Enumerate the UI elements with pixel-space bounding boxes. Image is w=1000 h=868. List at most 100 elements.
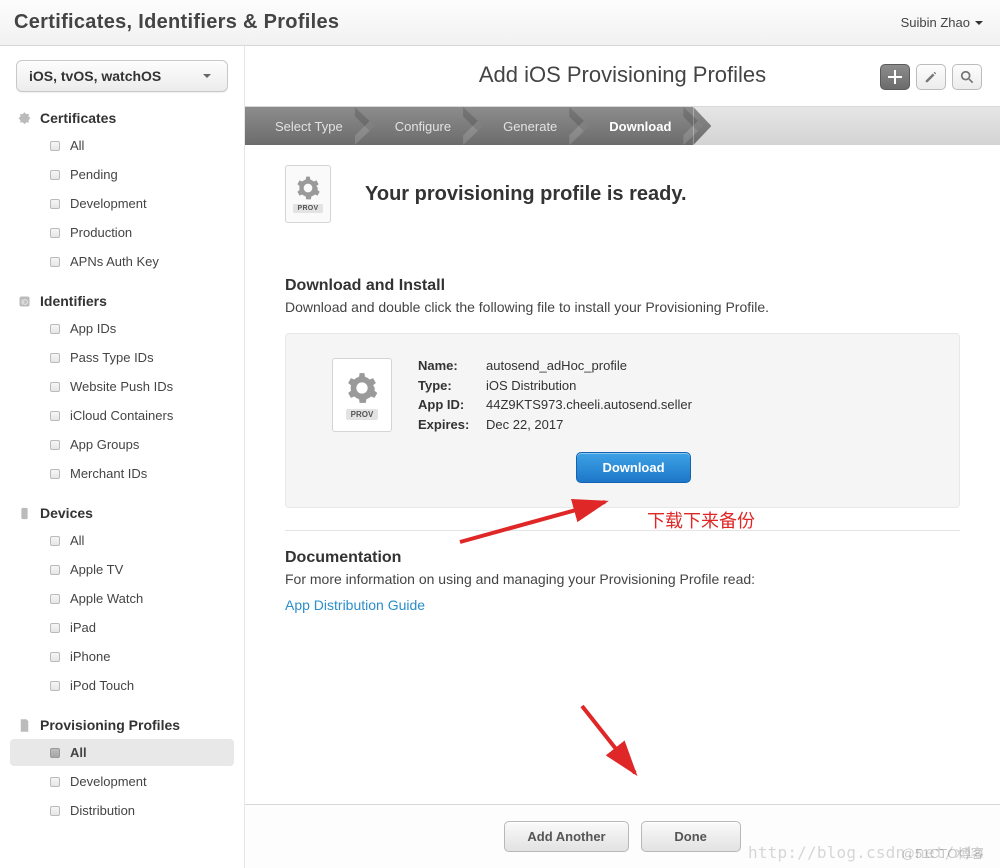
section-head: Certificates bbox=[0, 110, 244, 126]
sidebar-section-certificates: Certificates All Pending Development Pro… bbox=[0, 110, 244, 275]
step-bar: Select Type Configure Generate Download bbox=[245, 107, 1000, 145]
edit-button[interactable] bbox=[916, 64, 946, 90]
sidebar-item-apple-tv[interactable]: Apple TV bbox=[10, 556, 234, 583]
sidebar-item-profile-development[interactable]: Development bbox=[10, 768, 234, 795]
sidebar-section-devices: Devices All Apple TV Apple Watch iPad iP… bbox=[0, 505, 244, 699]
device-icon bbox=[16, 505, 32, 521]
bullet-icon bbox=[50, 806, 60, 816]
sidebar-item-cert-pending[interactable]: Pending bbox=[10, 161, 234, 188]
footer: Add Another Done bbox=[245, 804, 1000, 868]
bullet-icon bbox=[50, 777, 60, 787]
annotation-arrow-done bbox=[577, 701, 647, 783]
sidebar-item-cert-production[interactable]: Production bbox=[10, 219, 234, 246]
sidebar-item-merchant-ids[interactable]: Merchant IDs bbox=[10, 460, 234, 487]
bullet-icon bbox=[50, 565, 60, 575]
separator bbox=[285, 530, 960, 531]
download-desc: Download and double click the following … bbox=[285, 299, 960, 315]
bullet-icon bbox=[50, 199, 60, 209]
bullet-icon bbox=[50, 141, 60, 151]
gear-icon bbox=[345, 371, 379, 405]
ready-block: PROV Your provisioning profile is ready. bbox=[285, 165, 960, 223]
sidebar-item-website-push-ids[interactable]: Website Push IDs bbox=[10, 373, 234, 400]
user-name: Suibin Zhao bbox=[901, 15, 970, 30]
sidebar-section-profiles: Provisioning Profiles All Development Di… bbox=[0, 717, 244, 824]
step-generate[interactable]: Generate bbox=[473, 107, 579, 145]
sidebar-item-ipad[interactable]: iPad bbox=[10, 614, 234, 641]
profile-icon bbox=[16, 717, 32, 733]
download-button[interactable]: Download bbox=[576, 452, 690, 483]
sidebar-item-cert-apns[interactable]: APNs Auth Key bbox=[10, 248, 234, 275]
sidebar-section-identifiers: ID Identifiers App IDs Pass Type IDs Web… bbox=[0, 293, 244, 487]
bullet-icon bbox=[50, 469, 60, 479]
user-menu[interactable]: Suibin Zhao bbox=[901, 15, 984, 30]
toolbar bbox=[880, 64, 982, 90]
section-title: Devices bbox=[40, 505, 93, 521]
bullet-icon bbox=[50, 536, 60, 546]
step-configure[interactable]: Configure bbox=[365, 107, 473, 145]
gear-icon bbox=[295, 175, 321, 201]
profile-kv: Name: autosend_adHoc_profile Type: iOS D… bbox=[418, 358, 692, 432]
sidebar: iOS, tvOS, watchOS Certificates All Pend… bbox=[0, 46, 245, 868]
bullet-icon bbox=[50, 411, 60, 421]
label-appid: App ID: bbox=[418, 397, 482, 413]
sidebar-item-apple-watch[interactable]: Apple Watch bbox=[10, 585, 234, 612]
prov-icon-big: PROV bbox=[332, 358, 392, 432]
sidebar-item-app-ids[interactable]: App IDs bbox=[10, 315, 234, 342]
main: Add iOS Provisioning Profiles Select Typ… bbox=[245, 46, 1000, 868]
sidebar-item-iphone[interactable]: iPhone bbox=[10, 643, 234, 670]
doc-heading: Documentation bbox=[285, 549, 960, 567]
sidebar-item-icloud-containers[interactable]: iCloud Containers bbox=[10, 402, 234, 429]
profile-card-inner: PROV Name: autosend_adHoc_profile Type: … bbox=[332, 358, 935, 432]
identifier-icon: ID bbox=[16, 293, 32, 309]
bullet-icon bbox=[50, 228, 60, 238]
section-title: Provisioning Profiles bbox=[40, 717, 180, 733]
stepbar-remainder bbox=[693, 107, 1000, 145]
annotation-text-download: 下载下来备份 bbox=[647, 507, 755, 533]
sidebar-item-pass-type-ids[interactable]: Pass Type IDs bbox=[10, 344, 234, 371]
step-download[interactable]: Download bbox=[579, 107, 693, 145]
sidebar-item-cert-all[interactable]: All bbox=[10, 132, 234, 159]
section-head: Provisioning Profiles bbox=[0, 717, 244, 733]
main-title: Add iOS Provisioning Profiles bbox=[479, 62, 766, 88]
sidebar-item-profile-all[interactable]: All bbox=[10, 739, 234, 766]
search-icon bbox=[960, 70, 974, 84]
profile-card: PROV Name: autosend_adHoc_profile Type: … bbox=[285, 333, 960, 508]
value-type: iOS Distribution bbox=[486, 378, 692, 394]
pencil-icon bbox=[924, 70, 938, 84]
section-title: Identifiers bbox=[40, 293, 107, 309]
sidebar-item-app-groups[interactable]: App Groups bbox=[10, 431, 234, 458]
done-button[interactable]: Done bbox=[641, 821, 741, 852]
doc-link[interactable]: App Distribution Guide bbox=[285, 597, 425, 613]
certificate-icon bbox=[16, 110, 32, 126]
bullet-icon bbox=[50, 681, 60, 691]
top-header: Certificates, Identifiers & Profiles Sui… bbox=[0, 0, 1000, 46]
section-head: ID Identifiers bbox=[0, 293, 244, 309]
search-button[interactable] bbox=[952, 64, 982, 90]
add-another-button[interactable]: Add Another bbox=[504, 821, 628, 852]
sidebar-item-profile-distribution[interactable]: Distribution bbox=[10, 797, 234, 824]
plus-icon bbox=[888, 70, 902, 84]
svg-text:ID: ID bbox=[21, 299, 28, 306]
bullet-icon bbox=[50, 594, 60, 604]
sidebar-item-device-all[interactable]: All bbox=[10, 527, 234, 554]
platform-selector[interactable]: iOS, tvOS, watchOS bbox=[16, 60, 228, 92]
chevron-down-icon bbox=[202, 71, 212, 81]
prov-icon: PROV bbox=[285, 165, 331, 223]
bullet-icon bbox=[50, 324, 60, 334]
section-title: Certificates bbox=[40, 110, 116, 126]
sidebar-item-ipod-touch[interactable]: iPod Touch bbox=[10, 672, 234, 699]
prov-caption: PROV bbox=[293, 204, 322, 213]
label-name: Name: bbox=[418, 358, 482, 374]
sidebar-item-cert-development[interactable]: Development bbox=[10, 190, 234, 217]
value-appid: 44Z9KTS973.cheeli.autosend.seller bbox=[486, 397, 692, 413]
label-expires: Expires: bbox=[418, 417, 482, 433]
platform-label: iOS, tvOS, watchOS bbox=[29, 68, 161, 84]
add-button[interactable] bbox=[880, 64, 910, 90]
page-title: Certificates, Identifiers & Profiles bbox=[14, 11, 339, 34]
step-select-type[interactable]: Select Type bbox=[245, 107, 365, 145]
doc-desc: For more information on using and managi… bbox=[285, 571, 960, 587]
doc-section: Documentation For more information on us… bbox=[285, 549, 960, 613]
section-head: Devices bbox=[0, 505, 244, 521]
bullet-icon bbox=[50, 623, 60, 633]
prov-caption: PROV bbox=[346, 409, 379, 420]
